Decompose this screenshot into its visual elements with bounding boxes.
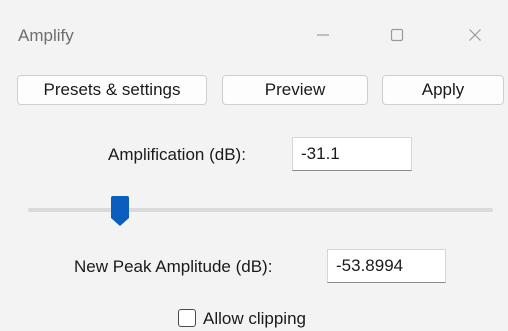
close-button[interactable] (455, 18, 495, 52)
amplification-input[interactable] (292, 137, 412, 171)
slider-thumb[interactable] (109, 195, 131, 227)
maximize-button[interactable] (377, 18, 417, 52)
apply-button[interactable]: Apply (382, 75, 504, 105)
allow-clipping-checkbox[interactable] (178, 309, 196, 327)
minimize-button[interactable] (303, 18, 343, 52)
allow-clipping-label[interactable]: Allow clipping (203, 309, 306, 329)
peak-amplitude-label: New Peak Amplitude (dB): (74, 257, 273, 276)
amplification-label: Amplification (dB): (108, 145, 246, 164)
close-icon (469, 29, 481, 41)
window-title: Amplify (18, 26, 74, 45)
presets-settings-button[interactable]: Presets & settings (17, 75, 207, 105)
maximize-icon (390, 28, 404, 42)
minimize-icon (317, 34, 329, 36)
peak-amplitude-input[interactable] (327, 249, 446, 283)
title-bar: Amplify (0, 0, 508, 70)
preview-button[interactable]: Preview (222, 75, 368, 105)
amplification-slider[interactable] (28, 208, 493, 212)
